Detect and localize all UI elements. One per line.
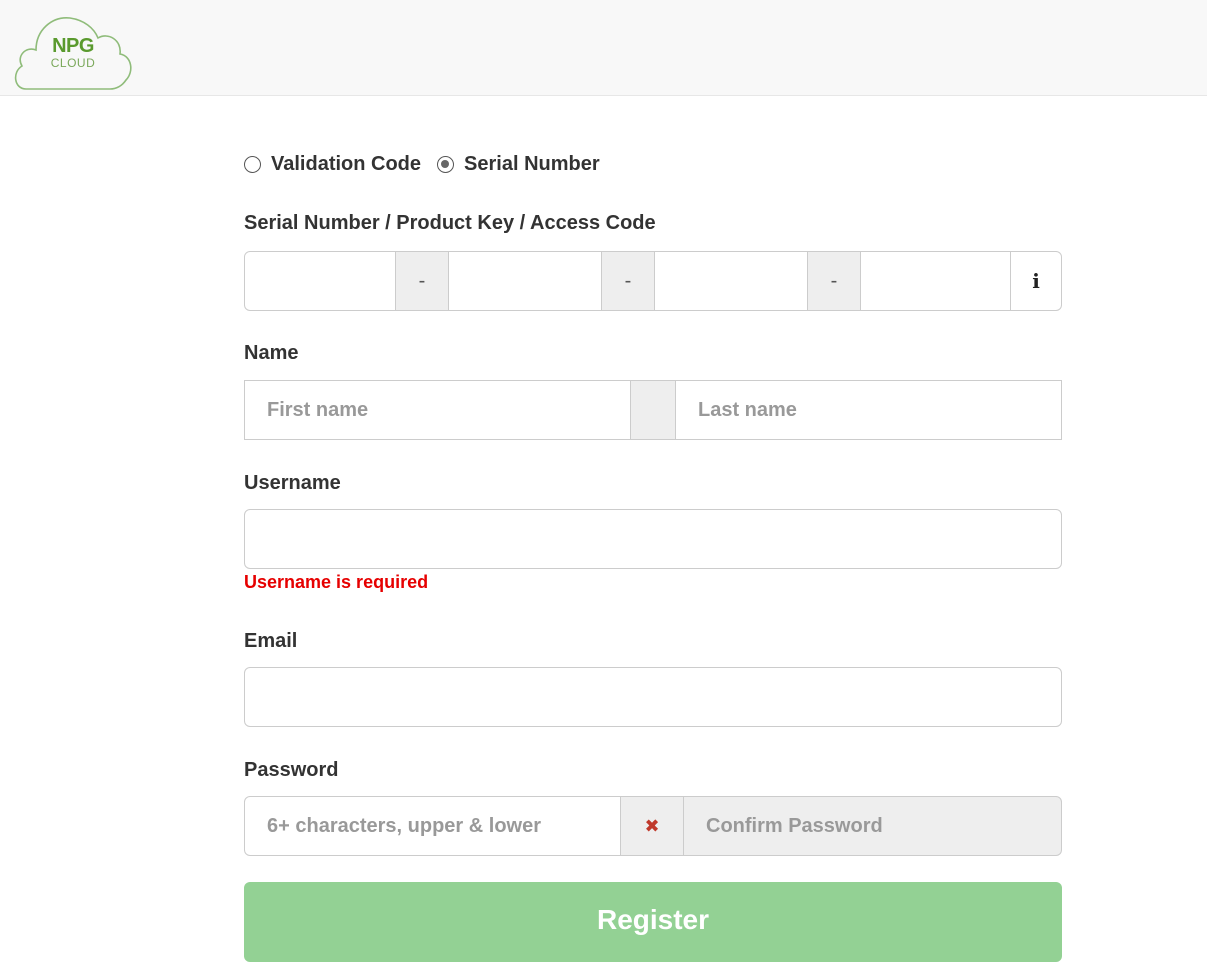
info-icon[interactable]: i [1011, 251, 1062, 311]
name-separator [631, 380, 676, 440]
serial-input-group: - - - i [244, 251, 1062, 311]
serial-label: Serial Number / Product Key / Access Cod… [244, 212, 656, 234]
top-navbar: NPG CLOUD [0, 0, 1207, 96]
logo-text: NPG CLOUD [48, 36, 98, 69]
radio-validation-code-label[interactable]: Validation Code [271, 153, 421, 176]
serial-separator-1: - [396, 251, 449, 311]
username-input[interactable] [244, 509, 1062, 569]
radio-serial-number[interactable] [437, 156, 455, 173]
serial-segment-3[interactable] [655, 251, 808, 311]
serial-segment-4[interactable] [861, 251, 1011, 311]
serial-separator-2: - [602, 251, 655, 311]
password-mismatch-icon: ✖ [621, 796, 684, 856]
username-error-message: Username is required [244, 572, 429, 592]
email-input[interactable] [244, 667, 1062, 727]
last-name-input[interactable]: Last name [676, 380, 1062, 440]
npg-cloud-logo[interactable]: NPG CLOUD [12, 10, 134, 90]
radio-validation-code[interactable] [244, 156, 261, 173]
serial-segment-2[interactable] [449, 251, 602, 311]
register-button[interactable]: Register [244, 882, 1062, 962]
password-input-group: 6+ characters, upper & lower ✖ Confirm P… [244, 796, 1062, 856]
mode-selector: Validation Code Serial Number [244, 153, 616, 176]
username-label: Username [244, 472, 341, 494]
password-label: Password [244, 759, 339, 781]
radio-serial-number-label[interactable]: Serial Number [464, 153, 600, 176]
confirm-password-input[interactable]: Confirm Password [684, 796, 1062, 856]
first-name-input[interactable]: First name [244, 380, 631, 440]
name-label: Name [244, 342, 299, 364]
email-label: Email [244, 630, 298, 652]
serial-segment-1[interactable] [244, 251, 396, 311]
logo-sub-text: CLOUD [50, 56, 96, 70]
password-input[interactable]: 6+ characters, upper & lower [244, 796, 621, 856]
logo-main-text: NPG [52, 35, 94, 57]
name-input-group: First name Last name [244, 380, 1062, 440]
serial-separator-3: - [808, 251, 861, 311]
